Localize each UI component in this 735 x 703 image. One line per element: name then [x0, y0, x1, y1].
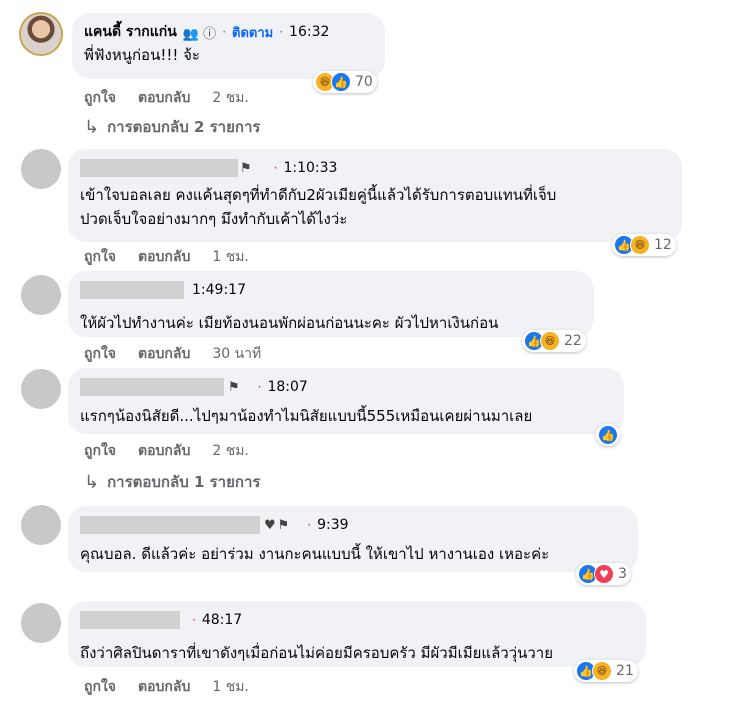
reply-arrow-icon: ↳ [84, 471, 100, 493]
reaction-count: 21 [616, 663, 634, 679]
reaction-summary[interactable]: 👍 😆 21 [574, 660, 638, 682]
avatar[interactable] [21, 149, 61, 189]
haha-reaction-icon: 😆 [540, 331, 560, 351]
reaction-count: 70 [355, 74, 373, 90]
comment-time[interactable]: 48:17 [202, 612, 242, 628]
comment-bubble: แคนดี้ รากแก่น 👥 ⓘ · ติดตาม · 16:32 พี่ฟ… [72, 13, 385, 79]
comment-author[interactable]: แคนดี้ รากแก่น [84, 21, 177, 43]
comment-actions: ถูกใจ ตอบกลับ 2 ชม. [84, 87, 271, 109]
comment-age[interactable]: 1 ชม. [212, 676, 249, 698]
comment-bubble: ⚑ · 1:10:33 เข้าใจบอลเลย คงแค้นสุดๆที่ทำ… [68, 149, 682, 242]
view-replies-link[interactable]: ↳ การตอบกลับ 2 รายการ [84, 115, 260, 139]
avatar[interactable] [21, 505, 61, 545]
flag-icon: ⚑ [228, 379, 240, 395]
avatar[interactable] [21, 14, 61, 54]
flag-icon: ⚑ [277, 517, 290, 533]
reaction-summary[interactable]: 👍 ♥ 3 [576, 563, 631, 585]
heart-badge-icon: ♥ [264, 517, 276, 533]
comment-time[interactable]: 16:32 [289, 24, 329, 40]
reply-button[interactable]: ตอบกลับ [138, 676, 190, 698]
like-button[interactable]: ถูกใจ [84, 676, 116, 698]
separator-dot: · [192, 613, 196, 627]
like-button[interactable]: ถูกใจ [84, 440, 116, 462]
like-button[interactable]: ถูกใจ [84, 87, 116, 109]
comment-time[interactable]: 9:39 [317, 517, 348, 533]
separator-dot: · [222, 25, 227, 39]
reply-arrow-icon: ↳ [84, 116, 100, 138]
reaction-count: 22 [564, 333, 582, 349]
love-reaction-icon: ♥ [594, 564, 614, 584]
comment-bubble: · 48:17 ถึงว่าศิลปินดาราที่เขาดังๆเมื่อก… [68, 601, 646, 667]
replies-count-label: การตอบกลับ 2 รายการ [107, 118, 261, 136]
comment-text: ให้ผัวไปทำงานค่ะ เมียท้องนอนพักผ่อนก่อนน… [80, 314, 499, 332]
flag-icon: ⚑ [240, 160, 252, 176]
separator-dot: · [257, 380, 262, 394]
haha-reaction-icon: 😆 [630, 235, 650, 255]
reply-button[interactable]: ตอบกลับ [138, 87, 190, 109]
comment-actions: ถูกใจ ตอบกลับ 1 ชม. [84, 676, 271, 698]
like-button[interactable]: ถูกใจ [84, 343, 116, 365]
comment-text: คุณบอล. ดีแล้วค่ะ อย่าร่วม งานกะคนแบบนี้… [80, 545, 550, 563]
comment-actions: ถูกใจ ตอบกลับ 2 ชม. [84, 440, 271, 462]
haha-reaction-icon: 😆 [592, 661, 612, 681]
like-button[interactable]: ถูกใจ [84, 246, 116, 268]
reaction-count: 12 [654, 237, 672, 253]
comment-age[interactable]: 30 นาที [212, 343, 261, 365]
reaction-summary[interactable]: 👍 [596, 424, 620, 446]
comment-age[interactable]: 2 ชม. [212, 87, 249, 109]
comment-bubble: ⚑ · 18:07 แรกๆน้องนิสัยดี...ไปๆมาน้องทำไ… [68, 368, 624, 434]
comment-bubble: 1:49:17 ให้ผัวไปทำงานค่ะ เมียท้องนอนพักผ… [68, 271, 594, 337]
like-reaction-icon: 👍 [331, 72, 351, 92]
redacted-author-name [80, 281, 184, 299]
avatar[interactable] [21, 369, 61, 409]
reaction-summary[interactable]: 👍 😆 12 [612, 234, 676, 256]
avatar[interactable] [21, 275, 61, 315]
redacted-author-name [80, 378, 224, 396]
separator-dot: · [307, 518, 312, 532]
separator-dot: · [279, 25, 284, 39]
comment-text: ถึงว่าศิลปินดาราที่เขาดังๆเมื่อก่อนไม่ค่… [80, 644, 554, 662]
redacted-author-name [80, 159, 238, 177]
comment-text: แรกๆน้องนิสัยดี...ไปๆมาน้องทำไมนิสัยแบบน… [80, 407, 533, 425]
reply-button[interactable]: ตอบกลับ [138, 343, 190, 365]
separator-dot: · [273, 161, 278, 175]
avatar[interactable] [21, 603, 61, 643]
reply-button[interactable]: ตอบกลับ [138, 440, 190, 462]
like-reaction-icon: 👍 [598, 425, 618, 445]
view-replies-link[interactable]: ↳ การตอบกลับ 1 รายการ [84, 470, 260, 494]
comment-actions: ถูกใจ ตอบกลับ 1 ชม. [84, 246, 271, 268]
follow-link[interactable]: ติดตาม [232, 22, 273, 43]
reaction-count: 3 [618, 566, 627, 582]
comment-time[interactable]: 18:07 [267, 379, 307, 395]
comment-text: เข้าใจบอลเลย คงแค้นสุดๆที่ทำดีกับ2ผัวเมี… [80, 186, 557, 228]
comment-bubble: ♥ ⚑ · 9:39 คุณบอล. ดีแล้วค่ะ อย่าร่วม งา… [68, 506, 638, 572]
comment-time[interactable]: 1:49:17 [192, 282, 246, 298]
comment-text: พี่ฟังหนูก่อน!!! จ้ะ [84, 46, 200, 64]
redacted-author-name [80, 516, 260, 534]
redacted-author-name [80, 611, 180, 629]
replies-count-label: การตอบกลับ 1 รายการ [107, 473, 261, 491]
badge-icons: 👥 ⓘ [182, 26, 217, 42]
comment-age[interactable]: 2 ชม. [212, 440, 249, 462]
reaction-summary[interactable]: 👍 😆 22 [522, 330, 586, 352]
comment-age[interactable]: 1 ชม. [212, 246, 249, 268]
comment-actions: ถูกใจ ตอบกลับ 30 นาที [84, 343, 283, 365]
reply-button[interactable]: ตอบกลับ [138, 246, 190, 268]
reaction-summary[interactable]: 😆 👍 70 [313, 71, 377, 93]
comment-time[interactable]: 1:10:33 [283, 160, 337, 176]
